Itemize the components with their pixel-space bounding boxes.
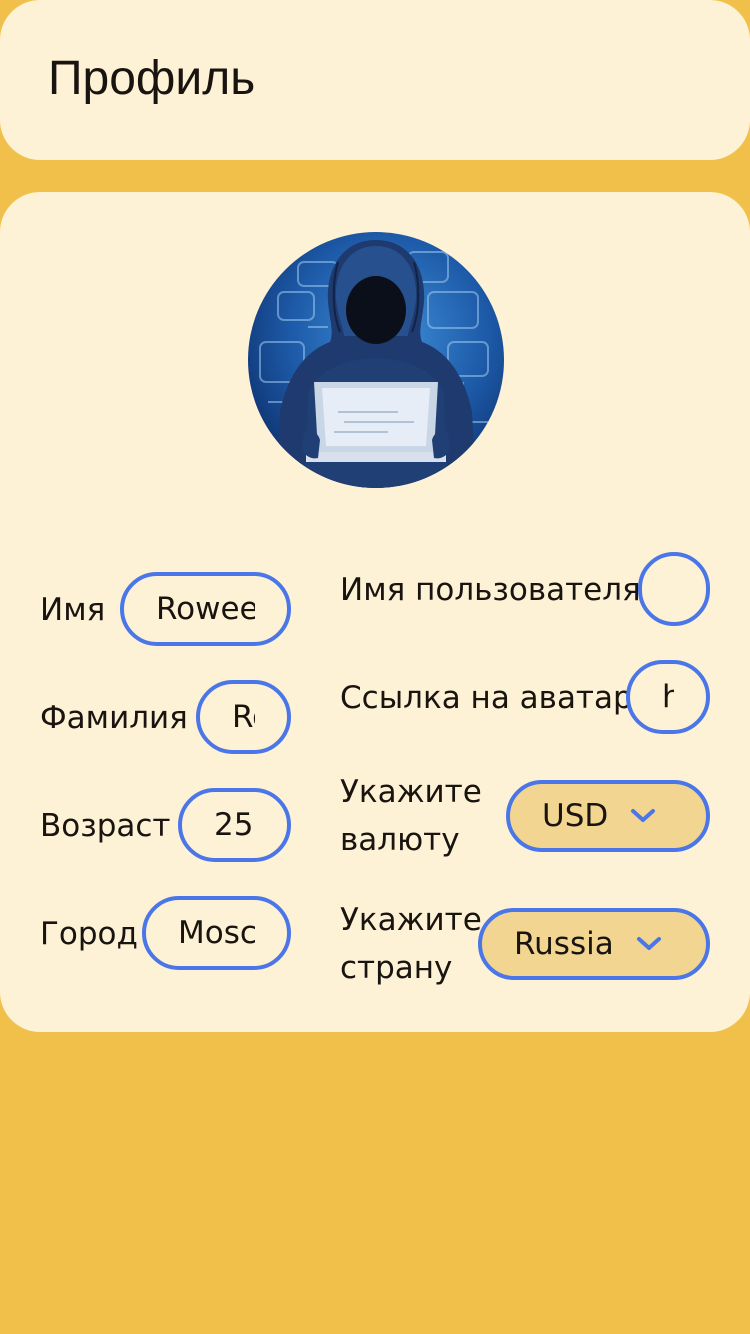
last-name-field[interactable] [196,680,291,754]
profile-header: Профиль [0,0,750,160]
age-label: Возраст [40,808,171,844]
country-select[interactable]: Russia [478,908,710,980]
last-name-input[interactable] [232,684,255,750]
age-input[interactable] [214,792,255,858]
city-field[interactable] [142,896,291,970]
username-label: Имя пользователя [340,572,641,608]
avatar-link-input[interactable] [662,664,674,730]
last-name-label: Фамилия [40,700,188,736]
page-title: Профиль [48,52,256,105]
currency-label: Укажите валюту [340,774,482,858]
avatar-link-field[interactable] [626,660,710,734]
city-input[interactable] [178,900,255,966]
first-name-field[interactable] [120,572,291,646]
avatar[interactable] [248,232,504,488]
first-name-label: Имя [40,592,106,628]
chevron-down-icon [631,809,656,822]
country-label: Укажите страну [340,902,482,986]
chevron-down-icon [636,937,661,950]
currency-value: USD [542,798,609,834]
avatar-image [248,232,504,488]
age-field[interactable] [178,788,291,862]
currency-select[interactable]: USD [506,780,710,852]
avatar-link-label: Ссылка на аватар [340,680,633,716]
country-value: Russia [514,926,614,962]
profile-card: Имя Фамилия Возраст Город Имя пользовате… [0,192,750,1032]
first-name-input[interactable] [156,576,255,642]
username-field[interactable] [638,552,710,626]
city-label: Город [40,916,138,952]
